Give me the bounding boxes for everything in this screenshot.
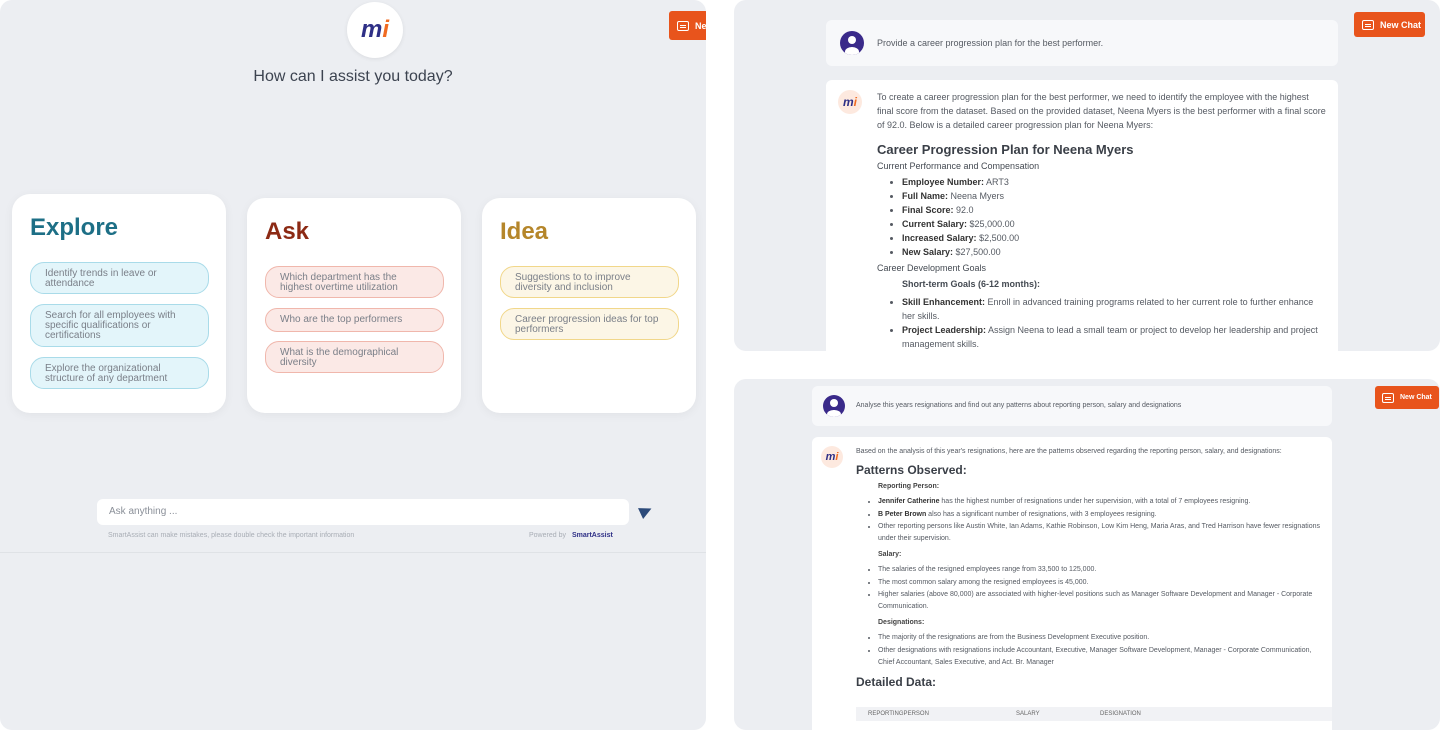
section-heading: Current Performance and Compensation xyxy=(877,161,1040,171)
list-item: New Salary: $27,500.00 xyxy=(902,245,1327,259)
chat-icon xyxy=(677,20,689,31)
assistant-message: mi Based on the analysis of this year's … xyxy=(812,437,1332,730)
disclaimer-text: SmartAssist can make mistakes, please do… xyxy=(108,532,355,539)
detailed-data-heading: Detailed Data: xyxy=(856,675,937,690)
ask-input[interactable]: Ask anything ... xyxy=(97,499,629,525)
patterns-heading: Patterns Observed: xyxy=(856,463,967,478)
card-title: Ask xyxy=(265,218,310,245)
suggestion-chip[interactable]: Career progression ideas for top perform… xyxy=(500,308,679,340)
suggestion-chip[interactable]: Explore the organizational structure of … xyxy=(30,357,209,389)
powered-by: Powered by SmartAssist xyxy=(529,532,613,539)
column-header: REPORTINGPERSON xyxy=(868,711,929,717)
list-item: Employee Number: ART3 xyxy=(902,175,1327,189)
designations-list: The majority of the resignations are fro… xyxy=(878,632,1326,669)
page-title: How can I assist you today? xyxy=(253,68,453,85)
suggestion-chip[interactable]: Suggestions to to improve diversity and … xyxy=(500,266,679,298)
list-item: Higher salaries (above 80,000) are assoc… xyxy=(878,589,1326,613)
assistant-message: mi To create a career progression plan f… xyxy=(826,80,1338,351)
list-item: The majority of the resignations are fro… xyxy=(878,632,1326,644)
list-item: Final Score: 92.0 xyxy=(902,203,1327,217)
column-header: SALARY xyxy=(1016,711,1040,717)
list-item: Current Salary: $25,000.00 xyxy=(902,217,1327,231)
list-item: Other reporting persons like Austin Whit… xyxy=(878,521,1326,545)
chat-panel-career: New Chat Provide a career progression pl… xyxy=(734,0,1440,351)
goals-list: Skill Enhancement: Enroll in advanced tr… xyxy=(902,295,1327,351)
assistant-avatar-icon: mi xyxy=(838,90,862,114)
new-chat-button[interactable]: Ne xyxy=(669,11,706,40)
subsection-heading: Designations: xyxy=(878,619,925,627)
home-panel: Ne mi How can I assist you today? Explor… xyxy=(0,0,706,730)
salary-list: The salaries of the resigned employees r… xyxy=(878,564,1326,613)
list-item: Other designations with resignations inc… xyxy=(878,645,1326,669)
assistant-avatar-icon: mi xyxy=(821,446,843,468)
new-chat-button[interactable]: New Chat xyxy=(1354,12,1425,37)
card-title: Explore xyxy=(30,214,119,241)
suggestion-chip[interactable]: Search for all employees with specific q… xyxy=(30,304,209,347)
list-item: B Peter Brown also has a significant num… xyxy=(878,509,1326,521)
chat-panel-resignations: New Chat Analyse this years resignations… xyxy=(734,379,1440,730)
explore-card: Explore Identify trends in leave or atte… xyxy=(12,194,226,413)
plan-title: Career Progression Plan for Neena Myers xyxy=(877,142,1134,157)
response-intro: Based on the analysis of this year's res… xyxy=(856,448,1282,455)
idea-card: Idea Suggestions to to improve diversity… xyxy=(482,198,696,413)
subsection-heading: Salary: xyxy=(878,551,902,559)
reporting-list: Jennifer Catherine has the highest numbe… xyxy=(878,496,1326,545)
new-chat-button[interactable]: New Chat xyxy=(1375,386,1439,409)
table-header: REPORTINGPERSON SALARY DESIGNATION xyxy=(856,707,1332,721)
suggestion-chip[interactable]: Who are the top performers xyxy=(265,308,444,332)
suggestion-chip[interactable]: What is the demographical diversity xyxy=(265,341,444,373)
list-item: Full Name: Neena Myers xyxy=(902,189,1327,203)
user-message: Provide a career progression plan for th… xyxy=(826,20,1338,66)
response-intro: To create a career progression plan for … xyxy=(877,92,1326,130)
list-item: The salaries of the resigned employees r… xyxy=(878,564,1326,576)
list-item: The most common salary among the resigne… xyxy=(878,577,1326,589)
suggestion-chip[interactable]: Identify trends in leave or attendance xyxy=(30,262,209,294)
chat-icon xyxy=(1362,19,1374,30)
list-item: Increased Salary: $2,500.00 xyxy=(902,231,1327,245)
ask-card: Ask Which department has the highest ove… xyxy=(247,198,461,413)
subsection-heading: Reporting Person: xyxy=(878,483,940,491)
smartassist-logo: mi xyxy=(347,2,403,58)
section-heading: Career Development Goals xyxy=(877,263,987,273)
facts-list: Employee Number: ART3 Full Name: Neena M… xyxy=(902,175,1327,259)
list-item: Jennifer Catherine has the highest numbe… xyxy=(878,496,1326,508)
divider xyxy=(0,552,706,553)
column-header: DESIGNATION xyxy=(1100,711,1141,717)
user-avatar-icon xyxy=(823,395,845,417)
user-message: Analyse this years resignations and find… xyxy=(812,386,1332,426)
user-avatar-icon xyxy=(840,31,864,55)
card-title: Idea xyxy=(500,218,549,245)
subsection-heading: Short-term Goals (6-12 months): xyxy=(902,279,1041,289)
chat-icon xyxy=(1382,392,1394,403)
send-icon[interactable] xyxy=(638,503,654,519)
suggestion-chip[interactable]: Which department has the highest overtim… xyxy=(265,266,444,298)
list-item: Project Leadership: Assign Neena to lead… xyxy=(902,323,1327,351)
list-item: Skill Enhancement: Enroll in advanced tr… xyxy=(902,295,1327,323)
